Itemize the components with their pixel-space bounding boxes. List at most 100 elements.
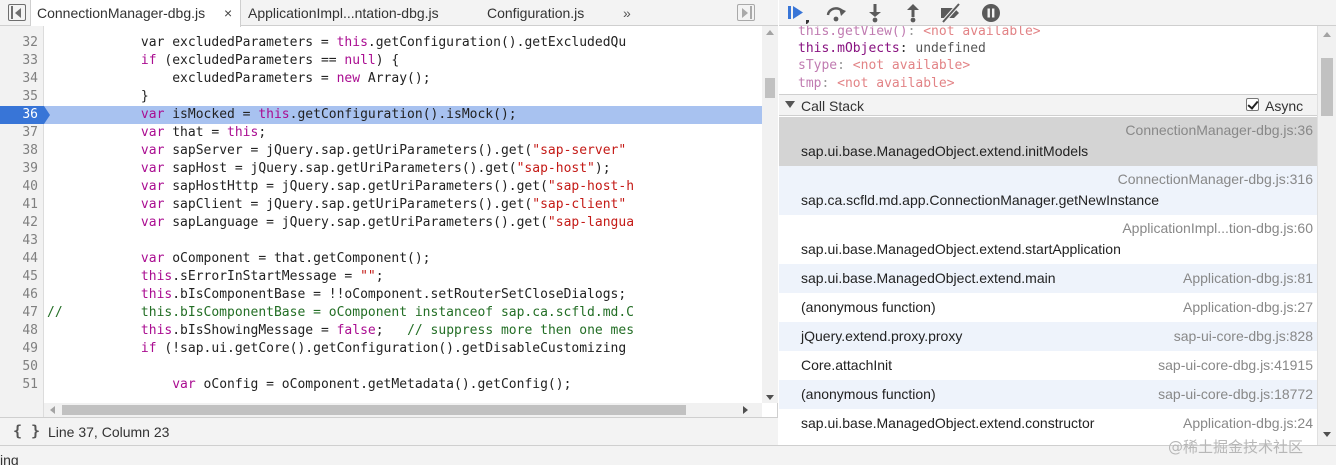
scope-variables: this.getView(): <not available> this.mObj…: [779, 26, 1317, 94]
code-line[interactable]: 32 var excludedParameters = this.getConf…: [0, 34, 762, 52]
line-number[interactable]: 46: [0, 286, 38, 304]
scroll-down-arrow-icon[interactable]: [1323, 432, 1331, 437]
line-number[interactable]: 33: [0, 52, 38, 70]
breakpoint-line[interactable]: 36 var isMocked = this.getConfiguration(…: [0, 106, 762, 124]
line-number[interactable]: 35: [0, 88, 38, 106]
step-out-icon[interactable]: [901, 2, 925, 24]
code-text: var sapLanguage = jQuery.sap.getUriParam…: [140, 215, 635, 230]
code-line[interactable]: 50: [0, 358, 762, 376]
code-line[interactable]: 37 var that = this;: [0, 124, 762, 142]
frame-location-link[interactable]: sap-ui-core-dbg.js:828: [1174, 328, 1313, 344]
line-number[interactable]: 42: [0, 214, 38, 232]
line-number[interactable]: 49: [0, 340, 38, 358]
line-number[interactable]: 44: [0, 250, 38, 268]
tab-applicationimpl[interactable]: ApplicationImpl...ntation-dbg.js: [248, 0, 439, 26]
call-stack-header[interactable]: Call Stack Async: [779, 94, 1317, 116]
scroll-left-arrow-icon[interactable]: [50, 406, 55, 414]
line-number[interactable]: 48: [0, 322, 38, 340]
frame-location-link[interactable]: Application-dbg.js:27: [1183, 299, 1313, 315]
editor-vertical-scrollbar[interactable]: [762, 26, 778, 403]
code-line[interactable]: 35 }: [0, 88, 762, 106]
code-line[interactable]: 38 var sapServer = jQuery.sap.getUriPara…: [0, 142, 762, 160]
line-number[interactable]: 45: [0, 268, 38, 286]
code-line[interactable]: 47 // this.bIsComponentBase = oComponent …: [0, 304, 762, 322]
code-line[interactable]: 41 var sapClient = jQuery.sap.getUriPara…: [0, 196, 762, 214]
scroll-down-arrow-icon[interactable]: [766, 395, 774, 400]
line-number[interactable]: 51: [0, 376, 38, 394]
line-number[interactable]: 40: [0, 178, 38, 196]
call-frame[interactable]: sap-ui-core-dbg.js:828 jQuery.extend.prox…: [779, 322, 1317, 351]
scroll-up-arrow-icon[interactable]: [1323, 32, 1331, 37]
call-frame[interactable]: ApplicationImpl...tion-dbg.js:60 sap.ui.b…: [779, 215, 1317, 264]
step-over-icon[interactable]: [825, 2, 849, 24]
code-line[interactable]: 33 if (excludedParameters == null) {: [0, 52, 762, 70]
code-line[interactable]: 39 var sapHost = jQuery.sap.getUriParame…: [0, 160, 762, 178]
more-tabs-icon[interactable]: »: [623, 0, 631, 26]
code-text: var oConfig = oComponent.getMetadata().g…: [172, 377, 572, 392]
call-frame[interactable]: ConnectionManager-dbg.js:36 sap.ui.base.M…: [779, 117, 1317, 166]
frame-location-link[interactable]: ConnectionManager-dbg.js:36: [1125, 122, 1313, 138]
call-frame[interactable]: sap-ui-core-dbg.js:41915 Core.attachInit: [779, 351, 1317, 380]
code-line[interactable]: 46 this.bIsComponentBase = !!oComponent.…: [0, 286, 762, 304]
line-number[interactable]: 50: [0, 358, 38, 376]
call-frame[interactable]: Application-dbg.js:24 sap.ui.base.Managed…: [779, 409, 1317, 438]
call-frame[interactable]: Application-dbg.js:27 (anonymous function…: [779, 293, 1317, 322]
line-number[interactable]: 38: [0, 142, 38, 160]
line-number[interactable]: 36: [0, 106, 50, 124]
code-line[interactable]: 51 var oConfig = oComponent.getMetadata(…: [0, 376, 762, 394]
scope-variable[interactable]: tmp: <not available>: [798, 75, 955, 93]
code-text: var sapServer = jQuery.sap.getUriParamet…: [140, 143, 627, 158]
deactivate-breakpoints-icon[interactable]: [939, 2, 963, 24]
scope-variable[interactable]: this.getView(): <not available>: [798, 26, 1041, 41]
code-line[interactable]: 44 var oComponent = that.getComponent();: [0, 250, 762, 268]
async-checkbox[interactable]: [1246, 98, 1259, 111]
frame-location-link[interactable]: sap-ui-core-dbg.js:18772: [1158, 386, 1313, 402]
line-number[interactable]: 34: [0, 70, 38, 88]
step-into-icon[interactable]: [863, 2, 887, 24]
scroll-thumb[interactable]: [765, 78, 775, 98]
sidebar-vertical-scrollbar[interactable]: [1317, 26, 1336, 445]
scope-variable[interactable]: this.mObjects: undefined: [798, 40, 986, 58]
pause-on-exceptions-icon[interactable]: [979, 2, 1003, 24]
line-number[interactable]: 43: [0, 232, 38, 250]
scroll-thumb[interactable]: [1321, 58, 1333, 116]
scroll-up-arrow-icon[interactable]: [766, 30, 774, 35]
frame-location-link[interactable]: ApplicationImpl...tion-dbg.js:60: [1122, 220, 1313, 236]
code-line[interactable]: 40 var sapHostHttp = jQuery.sap.getUriPa…: [0, 178, 762, 196]
toggle-debugger-icon[interactable]: [737, 4, 755, 21]
toggle-navigator-icon[interactable]: [8, 4, 26, 21]
line-number[interactable]: 32: [0, 34, 38, 52]
call-frame[interactable]: Application-dbg.js:81 sap.ui.base.Managed…: [779, 264, 1317, 293]
call-frame[interactable]: sap-ui-core-dbg.js:18772 (anonymous funct…: [779, 380, 1317, 409]
close-tab-icon[interactable]: ×: [224, 0, 232, 26]
code-line[interactable]: 43: [0, 232, 762, 250]
scroll-right-arrow-icon[interactable]: [743, 406, 748, 414]
async-label[interactable]: Async: [1265, 98, 1303, 114]
call-frame[interactable]: ConnectionManager-dbg.js:316 sap.ca.scfld…: [779, 166, 1317, 215]
code-text: var sapHostHttp = jQuery.sap.getUriParam…: [140, 179, 635, 194]
line-number[interactable]: 47: [0, 304, 38, 322]
frame-location-link[interactable]: ConnectionManager-dbg.js:316: [1118, 171, 1313, 187]
frame-location-link[interactable]: sap-ui-core-dbg.js:41915: [1158, 357, 1313, 373]
code-area[interactable]: 32 var excludedParameters = this.getConf…: [0, 26, 762, 403]
resume-icon[interactable]: [785, 2, 809, 24]
line-number[interactable]: 37: [0, 124, 38, 142]
scroll-thumb[interactable]: [62, 405, 686, 415]
code-line[interactable]: 48 this.bIsShowingMessage = false; // su…: [0, 322, 762, 340]
code-line[interactable]: 34 excludedParameters = new Array();: [0, 70, 762, 88]
frame-location-link[interactable]: Application-dbg.js:81: [1183, 270, 1313, 286]
line-number[interactable]: 39: [0, 160, 38, 178]
scope-variable[interactable]: sType: <not available>: [798, 57, 970, 75]
line-number[interactable]: 41: [0, 196, 38, 214]
pretty-print-icon[interactable]: { }: [13, 422, 40, 440]
editor-horizontal-scrollbar[interactable]: [44, 403, 762, 417]
bottom-drawer-strip: ing: [0, 445, 1336, 465]
code-line[interactable]: 42 var sapLanguage = jQuery.sap.getUriPa…: [0, 214, 762, 232]
code-line[interactable]: 49 if (!sap.ui.getCore().getConfiguratio…: [0, 340, 762, 358]
code-line[interactable]: 45 this.sErrorInStartMessage = "";: [0, 268, 762, 286]
frame-location-link[interactable]: Application-dbg.js:24: [1183, 415, 1313, 431]
tab-configuration[interactable]: Configuration.js: [487, 0, 584, 26]
frame-function-name: sap.ca.scfld.md.app.ConnectionManager.ge…: [801, 192, 1159, 208]
tab-connectionmanager[interactable]: ConnectionManager-dbg.js ×: [30, 0, 241, 27]
expand-triangle-icon[interactable]: [785, 101, 795, 108]
